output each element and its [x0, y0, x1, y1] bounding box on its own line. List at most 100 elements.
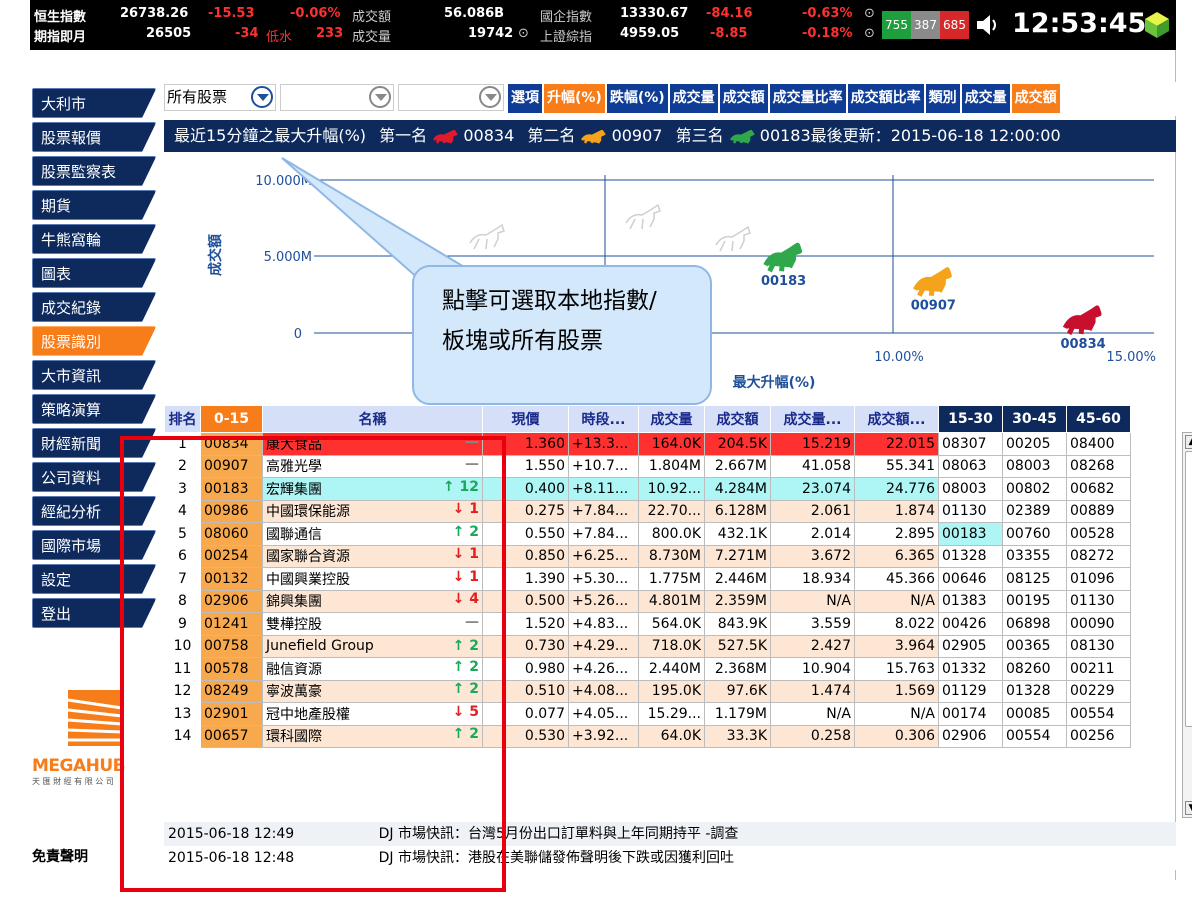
col-name[interactable]: 名稱	[262, 405, 483, 433]
tab-volume[interactable]: 成交量	[669, 84, 718, 113]
tab-gain-pct[interactable]: 升幅(%)	[544, 84, 605, 113]
code-45-60-cell[interactable]: 00528	[1066, 522, 1131, 546]
col-volume[interactable]: 成交量	[638, 405, 705, 433]
code-15-30-cell[interactable]: 02906	[938, 724, 1003, 748]
horse-marker-00907[interactable]	[913, 267, 952, 297]
sidebar-item-watchlist[interactable]: 股票監察表	[32, 156, 156, 186]
code-45-60-cell[interactable]: 00090	[1066, 612, 1131, 636]
code-45-60-cell[interactable]: 08130	[1066, 634, 1131, 658]
code-15-30-cell[interactable]: 01130	[938, 499, 1003, 523]
tab-volume-ratio[interactable]: 成交量比率	[769, 84, 846, 113]
code-15-30-cell[interactable]: 00426	[938, 612, 1003, 636]
code-30-45-cell[interactable]: 02389	[1002, 499, 1067, 523]
code-45-60-cell[interactable]: 00256	[1066, 724, 1131, 748]
code-45-60-cell[interactable]: 00211	[1066, 657, 1131, 681]
col-30-45[interactable]: 30-45	[1002, 405, 1067, 433]
sector-select[interactable]	[280, 84, 394, 111]
code-30-45-cell[interactable]: 00760	[1002, 522, 1067, 546]
sidebar-item-stock-id[interactable]: 股票識別	[32, 326, 156, 356]
code-15-30-cell[interactable]: 01129	[938, 679, 1003, 703]
code-15-30-cell[interactable]: 01332	[938, 657, 1003, 681]
code-45-60-cell[interactable]: 01096	[1066, 567, 1131, 591]
chevron-down-icon[interactable]	[251, 86, 273, 108]
stock-universe-select[interactable]: 所有股票	[164, 84, 276, 111]
code-45-60-cell[interactable]: 00682	[1066, 477, 1131, 501]
code-30-45-cell[interactable]: 00085	[1002, 702, 1067, 726]
hsi-label: 恒生指數	[34, 10, 87, 25]
code-30-45-cell[interactable]: 03355	[1002, 544, 1067, 568]
speaker-icon[interactable]	[974, 12, 1002, 38]
col-turnover[interactable]: 成交額	[704, 405, 771, 433]
to-ratio-cell: 0.306	[854, 724, 939, 748]
sidebar-item-market-info[interactable]: 大市資訊	[32, 360, 156, 390]
sidebar-item-charts[interactable]: 圖表	[32, 258, 156, 288]
tab-turnover[interactable]: 成交額	[719, 84, 768, 113]
info-icon[interactable]: ⊙	[864, 6, 875, 21]
period-gain-cell: +13.3...	[568, 432, 639, 456]
col-price[interactable]: 現價	[482, 405, 569, 433]
code-15-30-cell[interactable]: 08307	[938, 432, 1003, 456]
code-45-60-cell[interactable]: 00554	[1066, 702, 1131, 726]
code-15-30-cell[interactable]: 00646	[938, 567, 1003, 591]
code-45-60-cell[interactable]: 08272	[1066, 544, 1131, 568]
code-45-60-cell[interactable]: 00229	[1066, 679, 1131, 703]
code-15-30-cell[interactable]: 01383	[938, 589, 1003, 613]
sse-label: 上證綜指	[540, 30, 593, 45]
code-30-45-cell[interactable]: 00205	[1002, 432, 1067, 456]
code-30-45-cell[interactable]: 08260	[1002, 657, 1067, 681]
volume-cell: 195.0K	[638, 679, 705, 703]
col-0-15[interactable]: 0-15	[200, 405, 263, 433]
scroll-down-icon[interactable]: ▼	[1185, 801, 1192, 815]
horse-marker-00834[interactable]	[1062, 305, 1102, 336]
code-30-45-cell[interactable]: 06898	[1002, 612, 1067, 636]
code-30-45-cell[interactable]: 00195	[1002, 589, 1067, 613]
code-45-60-cell[interactable]: 08268	[1066, 454, 1131, 478]
code-15-30-cell[interactable]: 08003	[938, 477, 1003, 501]
sidebar-item-market[interactable]: 大利市	[32, 88, 156, 118]
scroll-up-icon[interactable]: ▲	[1185, 435, 1192, 449]
breadth-up: 755	[882, 11, 911, 39]
tab-cat-turnover[interactable]: 成交額	[1011, 84, 1060, 113]
scroll-thumb[interactable]	[1185, 451, 1192, 727]
code-30-45-cell[interactable]: 00554	[1002, 724, 1067, 748]
col-period[interactable]: 時段...	[568, 405, 639, 433]
code-30-45-cell[interactable]: 01328	[1002, 679, 1067, 703]
col-rank[interactable]: 排名	[164, 405, 201, 433]
code-15-30-cell[interactable]: 02905	[938, 634, 1003, 658]
col-45-60[interactable]: 45-60	[1066, 405, 1131, 433]
sidebar-item-quote[interactable]: 股票報價	[32, 122, 156, 152]
tab-options[interactable]: 選項	[508, 84, 542, 113]
code-30-45-cell[interactable]: 08125	[1002, 567, 1067, 591]
tab-category[interactable]: 類別	[925, 84, 960, 113]
table-scrollbar[interactable]: ▲ ▼	[1182, 432, 1192, 818]
period-gain-cell: +7.84...	[568, 499, 639, 523]
code-30-45-cell[interactable]: 00365	[1002, 634, 1067, 658]
sidebar-item-warrants[interactable]: 牛熊窩輪	[32, 224, 156, 254]
code-15-30-cell[interactable]: 00174	[938, 702, 1003, 726]
horse-marker-00183[interactable]	[763, 242, 803, 273]
code-15-30-cell[interactable]: 08063	[938, 454, 1003, 478]
code-45-60-cell[interactable]: 01130	[1066, 589, 1131, 613]
code-15-30-cell[interactable]: 01328	[938, 544, 1003, 568]
chart-points: 00834 00907 00183	[761, 242, 1106, 352]
disclaimer-link[interactable]: 免責聲明	[32, 846, 88, 866]
tab-cat-volume[interactable]: 成交量	[961, 84, 1010, 113]
status-cube-icon[interactable]	[1142, 10, 1172, 40]
sidebar-item-trades[interactable]: 成交紀錄	[32, 292, 156, 322]
col-15-30[interactable]: 15-30	[938, 405, 1003, 433]
tab-turnover-ratio[interactable]: 成交額比率	[847, 84, 924, 113]
code-30-45-cell[interactable]: 08003	[1002, 454, 1067, 478]
col-vol-ratio[interactable]: 成交量...	[770, 405, 855, 433]
col-to-ratio[interactable]: 成交額...	[854, 405, 939, 433]
code-30-45-cell[interactable]: 00802	[1002, 477, 1067, 501]
code-15-30-cell[interactable]: 00183	[938, 522, 1003, 546]
subsector-select[interactable]	[398, 84, 504, 111]
code-45-60-cell[interactable]: 08400	[1066, 432, 1131, 456]
sidebar-item-strategy[interactable]: 策略演算	[32, 394, 156, 424]
code-45-60-cell[interactable]: 00889	[1066, 499, 1131, 523]
chevron-down-icon[interactable]	[479, 86, 501, 108]
tab-loss-pct[interactable]: 跌幅(%)	[606, 84, 668, 113]
chevron-down-icon[interactable]	[369, 86, 391, 108]
sidebar-item-futures[interactable]: 期貨	[32, 190, 156, 220]
info-icon-2[interactable]: ⊙	[864, 26, 875, 41]
